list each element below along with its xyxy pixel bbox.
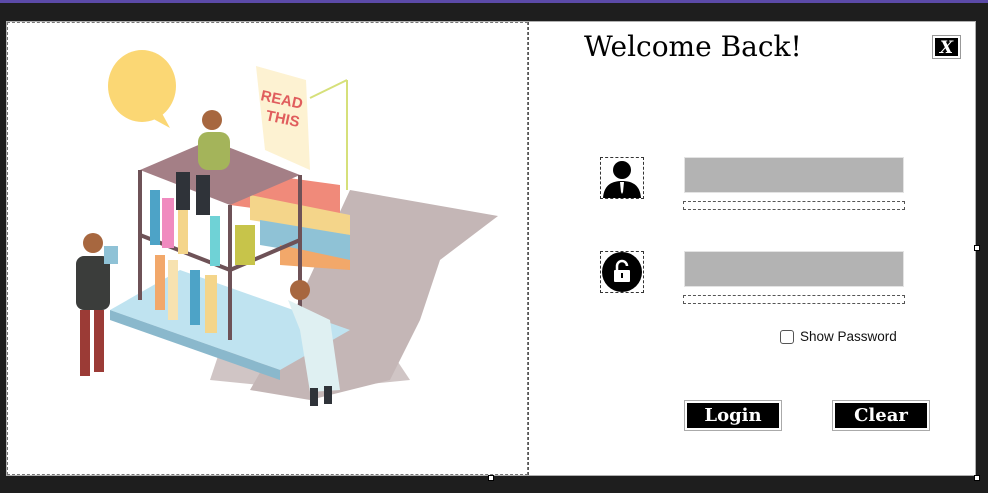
show-password-row[interactable]: Show Password (780, 329, 897, 344)
welcome-title: Welcome Back! (584, 30, 802, 63)
clear-button[interactable]: Clear (832, 400, 930, 431)
close-button[interactable]: X (932, 35, 961, 59)
username-underline (683, 201, 905, 210)
person-lab-coat (290, 280, 310, 300)
show-password-label[interactable]: Show Password (800, 329, 897, 344)
speech-bubble-icon (108, 50, 176, 122)
username-field[interactable] (684, 157, 904, 193)
username-icon-box (600, 157, 644, 199)
resize-handle-right[interactable] (974, 245, 980, 251)
person-reading (83, 233, 103, 253)
panel-divider (528, 22, 529, 475)
shelf-books (150, 190, 160, 245)
password-field[interactable] (684, 251, 904, 287)
user-icon (603, 161, 641, 198)
resize-handle-corner[interactable] (974, 475, 980, 481)
password-icon-box (600, 251, 644, 293)
reading-library-illustration: READ THIS (76, 50, 498, 406)
login-button[interactable]: Login (684, 400, 782, 431)
person-sitting (202, 110, 222, 130)
window-accent-bar (0, 0, 988, 3)
resize-handle-bottom[interactable] (488, 475, 494, 481)
unlock-icon (602, 252, 642, 292)
show-password-checkbox[interactable] (780, 329, 794, 344)
password-underline (683, 295, 905, 304)
